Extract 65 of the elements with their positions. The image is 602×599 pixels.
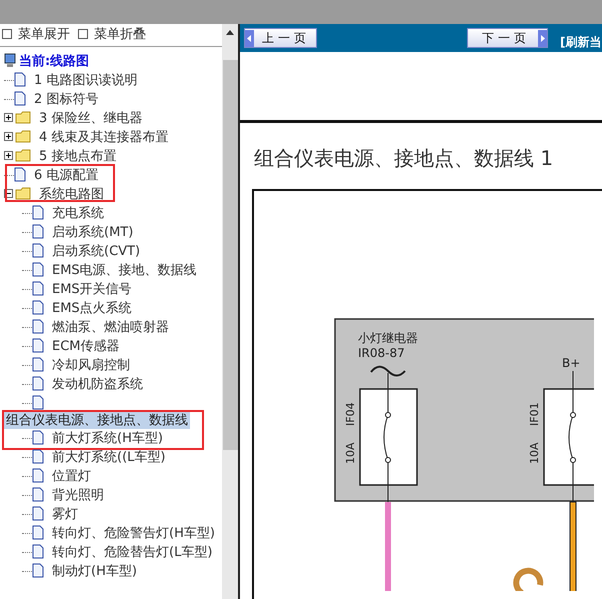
folder-icon [15, 130, 31, 143]
folder-icon [15, 187, 31, 200]
tree-item[interactable]: 前大灯系统(H车型) [52, 428, 163, 446]
document-icon [32, 430, 44, 445]
tree-item[interactable]: 发动机防盗系统 [52, 374, 143, 392]
document-icon [32, 563, 44, 578]
document-icon [32, 357, 44, 372]
next-page-button[interactable]: 下一页 [467, 28, 548, 48]
document-icon [32, 319, 44, 334]
document-icon [32, 376, 44, 391]
previous-page-button[interactable]: 上一页 [244, 28, 317, 48]
page-title: 组合仪表电源、接地点、数据线 1 [253, 145, 554, 172]
tree-item[interactable]: 背光照明 [52, 486, 104, 504]
computer-icon [4, 53, 16, 68]
tree-item[interactable]: 5 接地点布置 [39, 146, 116, 164]
tree-item[interactable]: 启动系统(MT) [52, 222, 134, 240]
document-icon [32, 338, 44, 353]
expand-icon[interactable] [4, 151, 13, 160]
document-icon [32, 262, 44, 277]
menu-toggle-button[interactable]: 菜单折叠 [78, 25, 146, 43]
tree-item[interactable]: 位置灯 [52, 466, 91, 484]
tree-item[interactable]: 4 线束及其连接器布置 [39, 128, 168, 146]
folder-icon [15, 149, 31, 162]
tree-item[interactable]: 燃油泵、燃油喷射器 [52, 318, 169, 336]
document-icon [32, 395, 44, 410]
tree-item[interactable]: EMS开关信号 [52, 280, 132, 298]
tree-item[interactable]: 冷却风扇控制 [52, 356, 130, 374]
tree-item[interactable]: EMS点火系统 [52, 298, 132, 316]
dragged-item-label: 组合仪表电源、接地点、数据线 [4, 411, 190, 429]
document-icon [14, 167, 26, 182]
tree-item[interactable]: 转向灯、危险警告灯(H车型) [52, 524, 215, 542]
tree-item[interactable]: 6 电源配置 [34, 166, 98, 184]
document-icon [14, 91, 26, 106]
tree-item[interactable]: 制动灯(H车型) [52, 562, 137, 580]
document-icon [32, 449, 44, 464]
document-icon [32, 281, 44, 296]
document-icon [32, 487, 44, 502]
tree-root-label[interactable]: 当前:线路图 [19, 52, 90, 70]
tree-item[interactable]: 雾灯 [52, 504, 78, 522]
menu-toggle-button[interactable]: 菜单展开 [2, 25, 70, 43]
tree-item[interactable]: ECM传感器 [52, 336, 120, 354]
tree-item[interactable]: 系统电路图 [39, 184, 104, 202]
document-icon [32, 468, 44, 483]
document-icon [32, 544, 44, 559]
tree-item[interactable]: 转向灯、危险替告灯(L车型) [52, 542, 212, 560]
document-icon [32, 243, 44, 258]
document-icon [32, 205, 44, 220]
tree-item[interactable]: 前大灯系统((L车型) [52, 448, 166, 466]
expand-icon[interactable] [4, 113, 13, 122]
scrollbar[interactable] [222, 24, 238, 599]
folder-icon [15, 111, 31, 124]
refresh-link[interactable]: [刷新当 [560, 34, 602, 50]
document-icon [32, 300, 44, 315]
tree-item[interactable]: 启动系统(CVT) [52, 242, 140, 260]
document-icon [32, 224, 44, 239]
document-icon [14, 72, 26, 87]
tree-item[interactable]: 2 图标符号 [34, 90, 98, 108]
expand-icon[interactable] [4, 132, 13, 141]
tree-item[interactable]: 充电系统 [52, 204, 104, 222]
document-icon [32, 525, 44, 540]
document-icon [32, 506, 44, 521]
tree-item[interactable]: 3 保险丝、继电器 [39, 108, 142, 126]
wiring-diagram-drawing: 小灯继电器 IR08-87 B+ IF04 10A IF01 10A [254, 191, 594, 591]
tree-item[interactable]: 1 电路图识读说明 [34, 70, 138, 88]
tree-item[interactable]: EMS电源、接地、数据线 [52, 260, 197, 278]
